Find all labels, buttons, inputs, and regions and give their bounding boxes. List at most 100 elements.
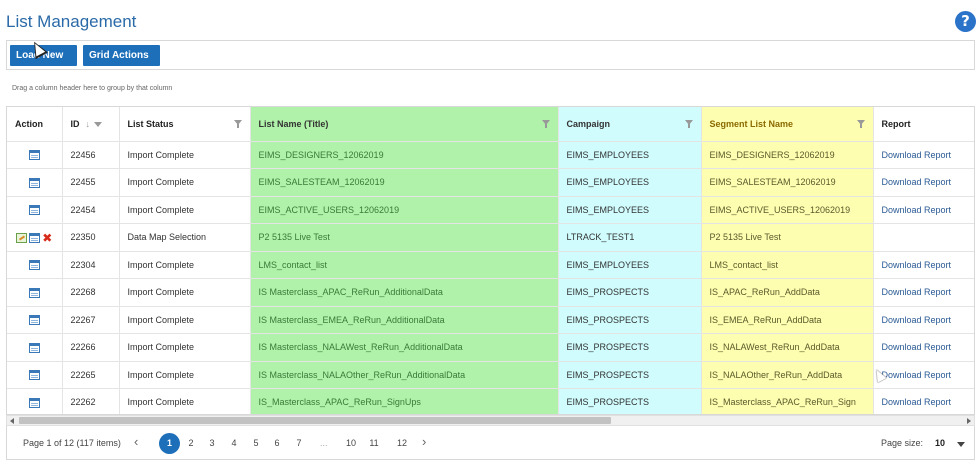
page-link[interactable]: 11 bbox=[366, 438, 382, 448]
download-report-link[interactable]: Download Report bbox=[882, 315, 952, 325]
report-cell[interactable]: Download Report bbox=[873, 168, 974, 197]
sort-arrow-icon[interactable]: ↓ bbox=[86, 119, 91, 129]
download-report-link[interactable]: Download Report bbox=[882, 370, 952, 380]
page-link[interactable]: 2 bbox=[183, 438, 199, 448]
download-report-link[interactable]: Download Report bbox=[882, 397, 952, 407]
status-cell: Import Complete bbox=[119, 278, 251, 307]
report-cell[interactable]: Download Report bbox=[873, 306, 974, 334]
filter-icon[interactable] bbox=[856, 120, 865, 128]
id-cell: 22304 bbox=[62, 251, 120, 279]
download-report-link[interactable]: Download Report bbox=[882, 205, 952, 215]
grid-icon[interactable] bbox=[28, 287, 40, 298]
grid-body: 22456 Import Complete EIMS_DESIGNERS_12062… bbox=[7, 141, 974, 414]
grid-icon[interactable] bbox=[28, 370, 40, 381]
page-link[interactable]: 6 bbox=[269, 438, 285, 448]
list-name-cell: EIMS_SALESTEAM_12062019 bbox=[250, 168, 559, 197]
column-header-report[interactable]: Report bbox=[873, 107, 974, 142]
page-link[interactable]: 4 bbox=[226, 438, 242, 448]
table-row[interactable]: 22268 Import Complete IS Masterclass_APAC_… bbox=[7, 278, 974, 307]
table-row[interactable]: 22455 Import Complete EIMS_SALESTEAM_12062… bbox=[7, 168, 974, 197]
page-link[interactable]: 5 bbox=[248, 438, 264, 448]
page-size-caret-icon[interactable] bbox=[957, 442, 965, 447]
segment-cell: IS_NALAOther_ReRun_AddData bbox=[701, 361, 874, 389]
page-link[interactable]: 1 bbox=[159, 433, 180, 454]
next-page-icon[interactable]: › bbox=[422, 435, 426, 448]
grid-icon[interactable] bbox=[28, 315, 40, 326]
group-panel-hint[interactable]: Drag a column header here to group by th… bbox=[12, 85, 172, 92]
segment-cell: IS_NALAWest_ReRun_AddData bbox=[701, 333, 874, 362]
download-report-link[interactable]: Download Report bbox=[882, 287, 952, 297]
list-name-cell: IS Masterclass_EMEA_ReRun_AdditionalData bbox=[250, 306, 559, 334]
grid-icon[interactable] bbox=[28, 150, 40, 161]
page-link[interactable]: 12 bbox=[394, 438, 410, 448]
page-ellipsis[interactable]: ... bbox=[320, 438, 328, 448]
column-header-status[interactable]: List Status bbox=[119, 107, 251, 142]
edit-icon[interactable] bbox=[15, 232, 27, 243]
grid-icon[interactable] bbox=[28, 205, 40, 216]
table-row[interactable]: ✖ 22350 Data Map Selection P2 5135 Live Tes… bbox=[7, 223, 974, 252]
page-link[interactable]: 10 bbox=[343, 438, 359, 448]
table-row[interactable]: 22262 Import Complete IS_Masterclass_APAC_… bbox=[7, 388, 974, 414]
grid-icon[interactable] bbox=[28, 260, 40, 271]
segment-cell: IS_EMEA_ReRun_AddData bbox=[701, 306, 874, 334]
filter-icon[interactable] bbox=[94, 121, 102, 127]
campaign-cell: EIMS_EMPLOYEES bbox=[558, 251, 702, 279]
scroll-right-icon[interactable] bbox=[967, 418, 971, 424]
list-name-cell: IS Masterclass_NALAWest_ReRun_Additional… bbox=[250, 333, 559, 362]
status-cell: Import Complete bbox=[119, 388, 251, 414]
list-name-cell: IS_Masterclass_APAC_ReRun_SignUps bbox=[250, 388, 559, 414]
page-size-value[interactable]: 10 bbox=[935, 438, 945, 448]
table-row[interactable]: 22304 Import Complete LMS_contact_list EIMS… bbox=[7, 251, 974, 279]
list-table: Action ID ↓ List Status List Name (Title)… bbox=[7, 107, 974, 414]
horizontal-scrollbar[interactable] bbox=[6, 415, 975, 426]
column-header-segment[interactable]: Segment List Name bbox=[701, 107, 874, 142]
grid-actions-button[interactable]: Grid Actions bbox=[83, 45, 160, 79]
column-header-list-name[interactable]: List Name (Title) bbox=[250, 107, 559, 142]
report-cell[interactable]: Download Report bbox=[873, 196, 974, 224]
download-report-link[interactable]: Download Report bbox=[882, 260, 952, 270]
report-cell[interactable]: Download Report bbox=[873, 333, 974, 362]
table-row[interactable]: 22456 Import Complete EIMS_DESIGNERS_12062… bbox=[7, 141, 974, 169]
help-icon[interactable]: ? bbox=[955, 11, 976, 32]
filter-icon[interactable] bbox=[233, 120, 242, 128]
grid-icon[interactable] bbox=[28, 397, 40, 408]
action-cell bbox=[7, 333, 63, 362]
table-row[interactable]: 22265 Import Complete IS Masterclass_NALAO… bbox=[7, 361, 974, 389]
report-cell[interactable]: Download Report bbox=[873, 388, 974, 414]
scrollbar-thumb[interactable] bbox=[19, 417, 611, 424]
download-report-link[interactable]: Download Report bbox=[882, 177, 952, 187]
id-cell: 22350 bbox=[62, 223, 120, 252]
segment-cell: IS_Masterclass_APAC_ReRun_Sign bbox=[701, 388, 874, 414]
column-header-id[interactable]: ID ↓ bbox=[62, 107, 120, 142]
download-report-link[interactable]: Download Report bbox=[882, 342, 952, 352]
report-cell[interactable]: Download Report bbox=[873, 141, 974, 169]
grid-icon[interactable] bbox=[28, 342, 40, 353]
download-report-link[interactable]: Download Report bbox=[882, 150, 952, 160]
report-cell[interactable]: Download Report bbox=[873, 251, 974, 279]
action-cell bbox=[7, 141, 63, 169]
report-cell[interactable]: Download Report bbox=[873, 361, 974, 389]
filter-icon[interactable] bbox=[541, 120, 550, 128]
scroll-left-icon[interactable] bbox=[10, 418, 14, 424]
filter-icon[interactable] bbox=[684, 120, 693, 128]
column-header-campaign[interactable]: Campaign bbox=[558, 107, 702, 142]
pager: Page 1 of 12 (117 items) ‹ 1 2 3 4 5 6 7... 10 1… bbox=[6, 426, 975, 460]
report-cell[interactable]: Download Report bbox=[873, 278, 974, 307]
table-row[interactable]: 22266 Import Complete IS Masterclass_NALAW… bbox=[7, 333, 974, 362]
table-row[interactable]: 22267 Import Complete IS Masterclass_EMEA_… bbox=[7, 306, 974, 334]
list-name-cell: IS Masterclass_APAC_ReRun_AdditionalData bbox=[250, 278, 559, 307]
table-row[interactable]: 22454 Import Complete EIMS_ACTIVE_USERS_12… bbox=[7, 196, 974, 224]
page-link[interactable]: 7 bbox=[291, 438, 307, 448]
column-header-action[interactable]: Action bbox=[7, 107, 63, 142]
page-link[interactable]: 3 bbox=[204, 438, 220, 448]
id-cell: 22454 bbox=[62, 196, 120, 224]
grid-icon[interactable] bbox=[28, 177, 40, 188]
campaign-cell: EIMS_EMPLOYEES bbox=[558, 141, 702, 169]
list-name-cell: EIMS_DESIGNERS_12062019 bbox=[250, 141, 559, 169]
prev-page-icon[interactable]: ‹ bbox=[134, 435, 138, 448]
id-cell: 22262 bbox=[62, 388, 120, 414]
delete-icon[interactable]: ✖ bbox=[42, 232, 53, 244]
grid-icon[interactable] bbox=[28, 232, 40, 243]
id-cell: 22267 bbox=[62, 306, 120, 334]
page-size-label: Page size: bbox=[881, 438, 924, 448]
